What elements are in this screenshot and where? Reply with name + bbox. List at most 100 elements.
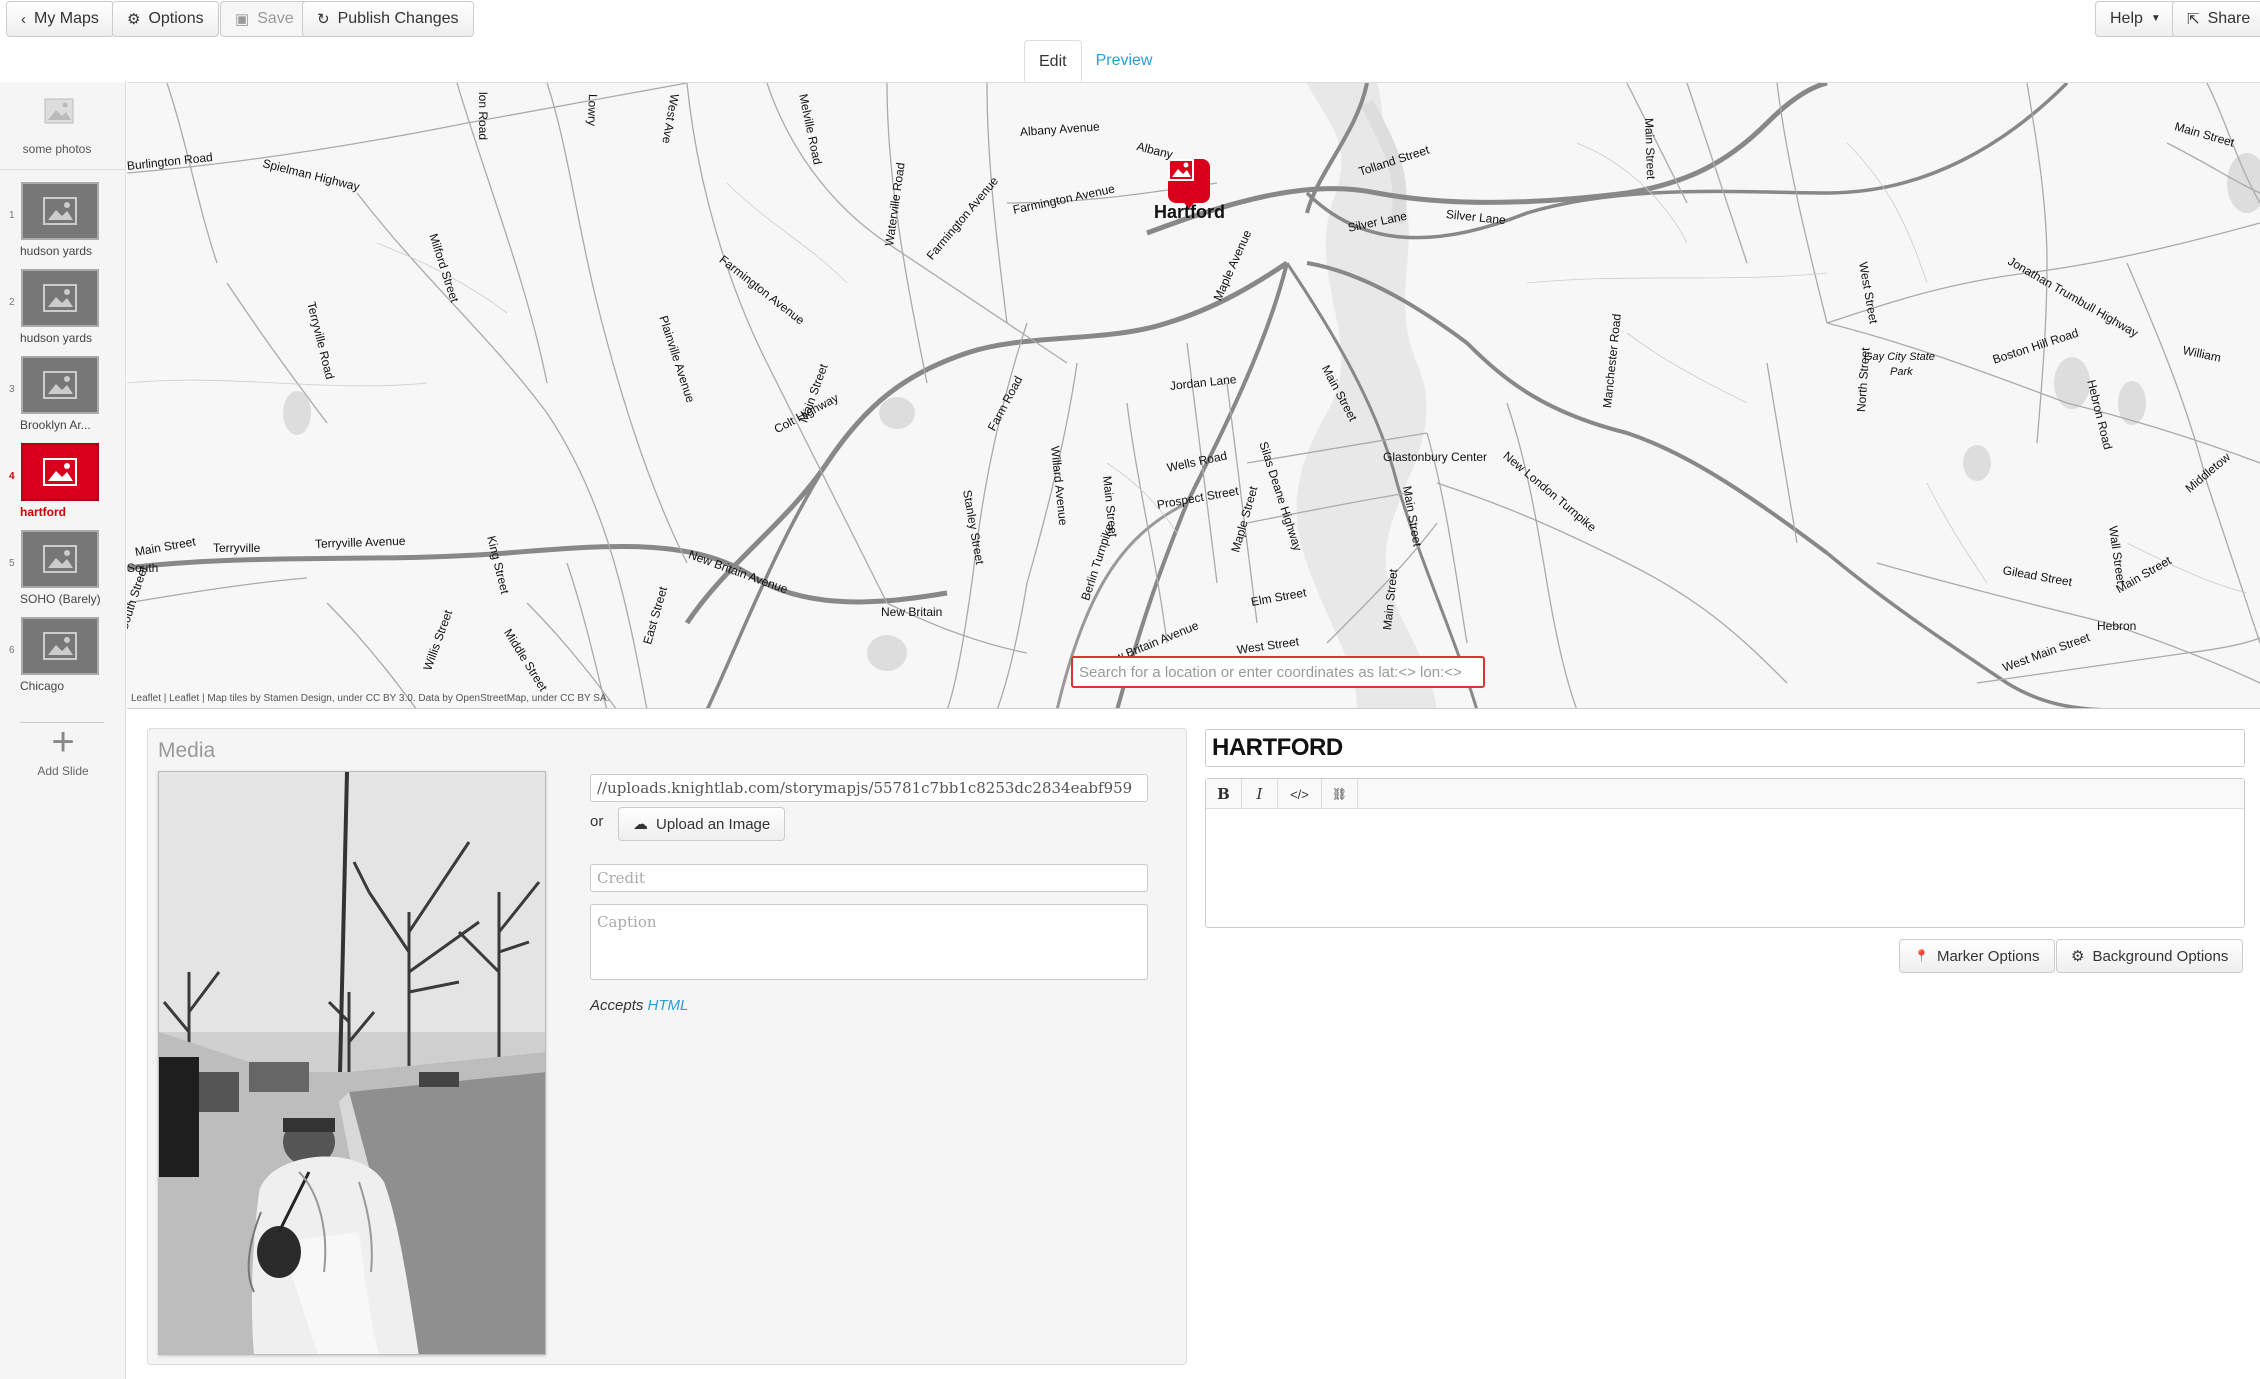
caption-textarea[interactable]: Caption [590,904,1148,980]
slide-number: 3 [9,384,15,395]
photo-illustration [159,772,545,1354]
top-toolbar: ‹ My Maps ⚙ Options ▣ Save ↻ Publish Cha… [0,0,2260,38]
my-maps-button[interactable]: ‹ My Maps [6,1,114,37]
share-button[interactable]: ⇱ Share [2172,1,2260,37]
map-label: Main Street [1642,117,1659,180]
html-link[interactable]: HTML [648,997,689,1014]
publish-changes-button[interactable]: ↻ Publish Changes [302,1,474,37]
map-label: Lowry [584,93,600,127]
map-view[interactable]: Burlington Road Spielman Highway lon Roa… [127,82,2260,709]
publish-label: Publish Changes [337,10,459,27]
save-button[interactable]: ▣ Save [220,1,309,37]
accepts-label: Accepts [590,997,644,1014]
map-label: lon Road [476,92,490,141]
map-marker[interactable] [1168,159,1210,203]
slide-item-1[interactable]: 1 hudson yards [0,182,126,268]
add-slide-label: Add Slide [37,764,89,778]
gear-icon: ⚙ [127,10,141,28]
map-label: New Britain [881,605,943,619]
slide-number: 1 [9,210,15,221]
slide-thumbnail [21,269,99,327]
media-panel-title: Media [158,739,216,762]
share-icon: ⇱ [2187,10,2200,28]
background-options-button[interactable]: ⚙ Background Options [2056,939,2244,973]
slide-label: hudson yards [20,331,93,345]
slide-item-3[interactable]: 3 Brooklyn Ar... [0,356,126,442]
add-slide-button[interactable]: + Add Slide [0,722,126,778]
map-attribution: Leaflet | Leaflet | Map tiles by Stamen … [131,693,610,704]
marker-options-label: Marker Options [1936,947,2040,965]
slide-thumbnail [21,443,99,501]
slide-item-2[interactable]: 2 hudson yards [0,269,126,355]
my-maps-label: My Maps [34,10,99,27]
upload-image-button[interactable]: ☁ Upload an Image [618,807,786,841]
caret-down-icon: ▼ [2150,13,2161,24]
image-icon [43,197,77,225]
slide-number: 6 [9,645,15,656]
italic-button[interactable]: I [1242,779,1278,809]
slide-label: Chicago [20,679,65,693]
help-label: Help [2110,10,2143,27]
map-label: Park [1890,366,1913,378]
background-options-label: Background Options [2092,947,2229,965]
slide-item-6[interactable]: 6 Chicago [0,617,126,703]
editor-toolbar: B I </> ⛓ [1206,779,2244,809]
cloud-upload-icon: ☁ [633,815,648,833]
image-icon [43,632,77,660]
slide-thumbnail [21,617,99,675]
credit-input[interactable]: Credit [590,864,1148,892]
bold-button[interactable]: B [1206,779,1242,809]
image-icon [43,284,77,312]
headline-input[interactable]: HARTFORD [1205,729,2245,767]
slide-label: SOHO (Barely) [20,592,101,606]
image-icon [43,458,77,486]
map-label: Terryville [213,541,261,555]
image-icon [43,545,77,573]
help-button[interactable]: Help ▼ [2095,1,2176,37]
slide-item-5[interactable]: 5 SOHO (Barely) [0,530,126,616]
options-button[interactable]: ⚙ Options [112,1,219,37]
share-label: Share [2207,10,2251,27]
slide-sidebar: some photos 1 hudson yards 2 hudson yard… [0,82,126,1379]
cover-slide-label: some photos [22,142,92,156]
or-label: or [590,813,604,830]
tab-preview[interactable]: Preview [1082,40,1167,82]
map-label: Glastonbury Center [1383,450,1488,464]
gear-icon: ⚙ [2071,947,2085,965]
map-pin-icon: 📍 [1914,949,1929,963]
media-url-input[interactable]: //uploads.knightlab.com/storymapjs/55781… [590,774,1148,802]
map-city-label: Hartford [1154,202,1225,222]
save-label: Save [257,10,294,27]
location-search-input[interactable]: Search for a location or enter coordinat… [1071,656,1485,688]
slide-thumbnail [21,182,99,240]
map-label: Hebron [2097,619,2137,633]
marker-options-button[interactable]: 📍 Marker Options [1899,939,2055,973]
cover-slide[interactable]: some photos [0,82,126,170]
upload-image-label: Upload an Image [656,815,771,833]
image-icon [1168,159,1194,181]
plus-icon: + [51,720,75,764]
image-icon [43,371,77,399]
slide-thumbnail [21,356,99,414]
floppy-icon: ▣ [235,10,250,28]
slide-thumbnail [21,530,99,588]
editor-body[interactable] [1206,809,2244,927]
link-button[interactable]: ⛓ [1322,779,1358,809]
slide-label: Brooklyn Ar... [20,418,91,432]
slide-label: hudson yards [20,244,93,258]
accepts-note: Accepts HTML [590,997,688,1014]
refresh-icon: ↻ [317,10,330,28]
options-label: Options [148,10,204,27]
chevron-left-icon: ‹ [21,10,26,28]
slide-number: 5 [9,558,15,569]
code-button[interactable]: </> [1278,779,1322,809]
slide-label: hartford [20,505,66,519]
slide-number: 2 [9,297,15,308]
slide-item-4[interactable]: 4 hartford [0,443,126,529]
rich-text-editor[interactable]: B I </> ⛓ [1205,778,2245,928]
media-panel: Media //uploads.knightlab.com/storymapjs… [147,728,1187,1365]
link-icon: ⛓ [1331,787,1348,801]
tab-edit[interactable]: Edit [1024,40,1082,82]
media-preview-image [158,771,546,1355]
slide-number: 4 [9,471,15,482]
